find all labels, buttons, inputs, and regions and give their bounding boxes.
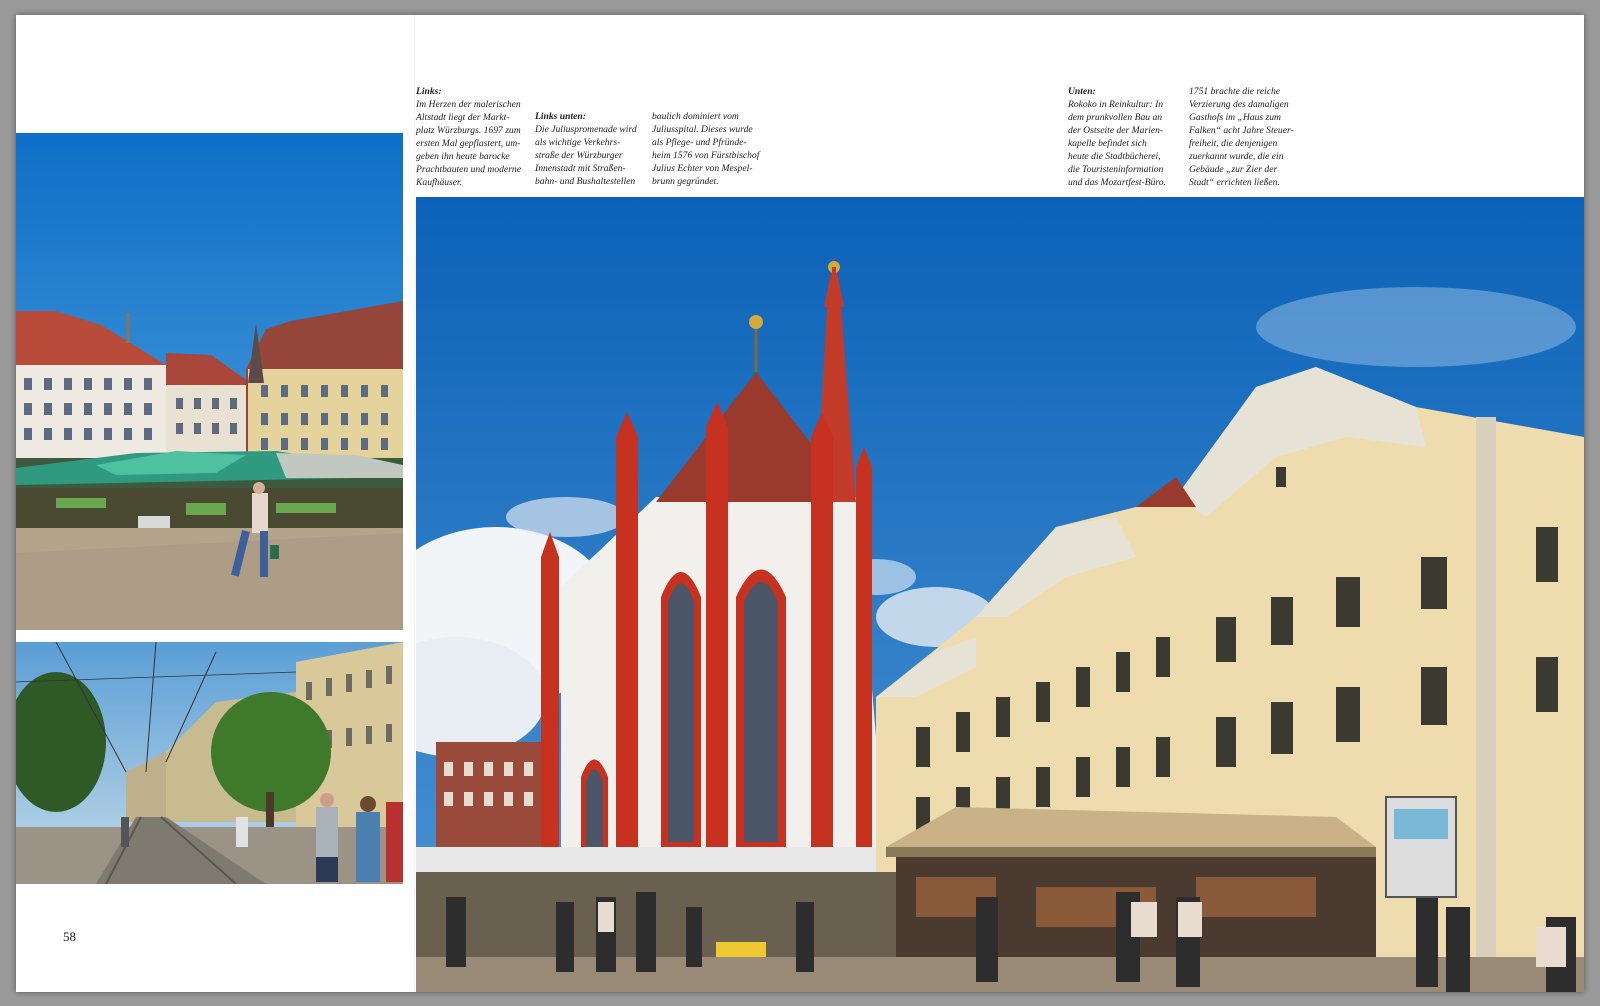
juliuspromenade-photo: [16, 642, 403, 884]
marienkapelle-photo: [416, 197, 1584, 992]
caption-text: Die Juliuspromenade wird als wichtige Ve…: [535, 124, 637, 187]
caption-text: Im Herzen der malerischen Altstadt liegt…: [416, 99, 521, 188]
caption-unten-continued: 1751 brachte die reiche Verzierung des d…: [1189, 85, 1314, 189]
caption-links-unten: Links unten: Die Juliuspromenade wird al…: [535, 110, 655, 188]
caption-links: Links: Im Herzen der malerischen Altstad…: [416, 85, 536, 189]
marketplace-photo: [16, 133, 403, 630]
magazine-spread: 58 Links: Im Herzen der malerischen Alts…: [16, 15, 1584, 992]
caption-heading: Links unten:: [535, 111, 586, 122]
caption-text: 1751 brachte die reiche Verzierung des d…: [1189, 86, 1294, 188]
caption-heading: Links:: [416, 86, 442, 97]
page-number: 58: [63, 929, 76, 944]
caption-heading: Unten:: [1068, 86, 1096, 97]
caption-unten: Unten: Rokoko in Reinkultur: In dem prun…: [1068, 85, 1188, 189]
caption-text: baulich dominiert vom Juliusspital. Dies…: [652, 111, 760, 187]
caption-text: Rokoko in Reinkultur: In dem prunkvollen…: [1068, 99, 1166, 188]
page-gutter: [414, 15, 415, 992]
caption-links-unten-continued: baulich dominiert vom Juliusspital. Dies…: [652, 110, 777, 188]
